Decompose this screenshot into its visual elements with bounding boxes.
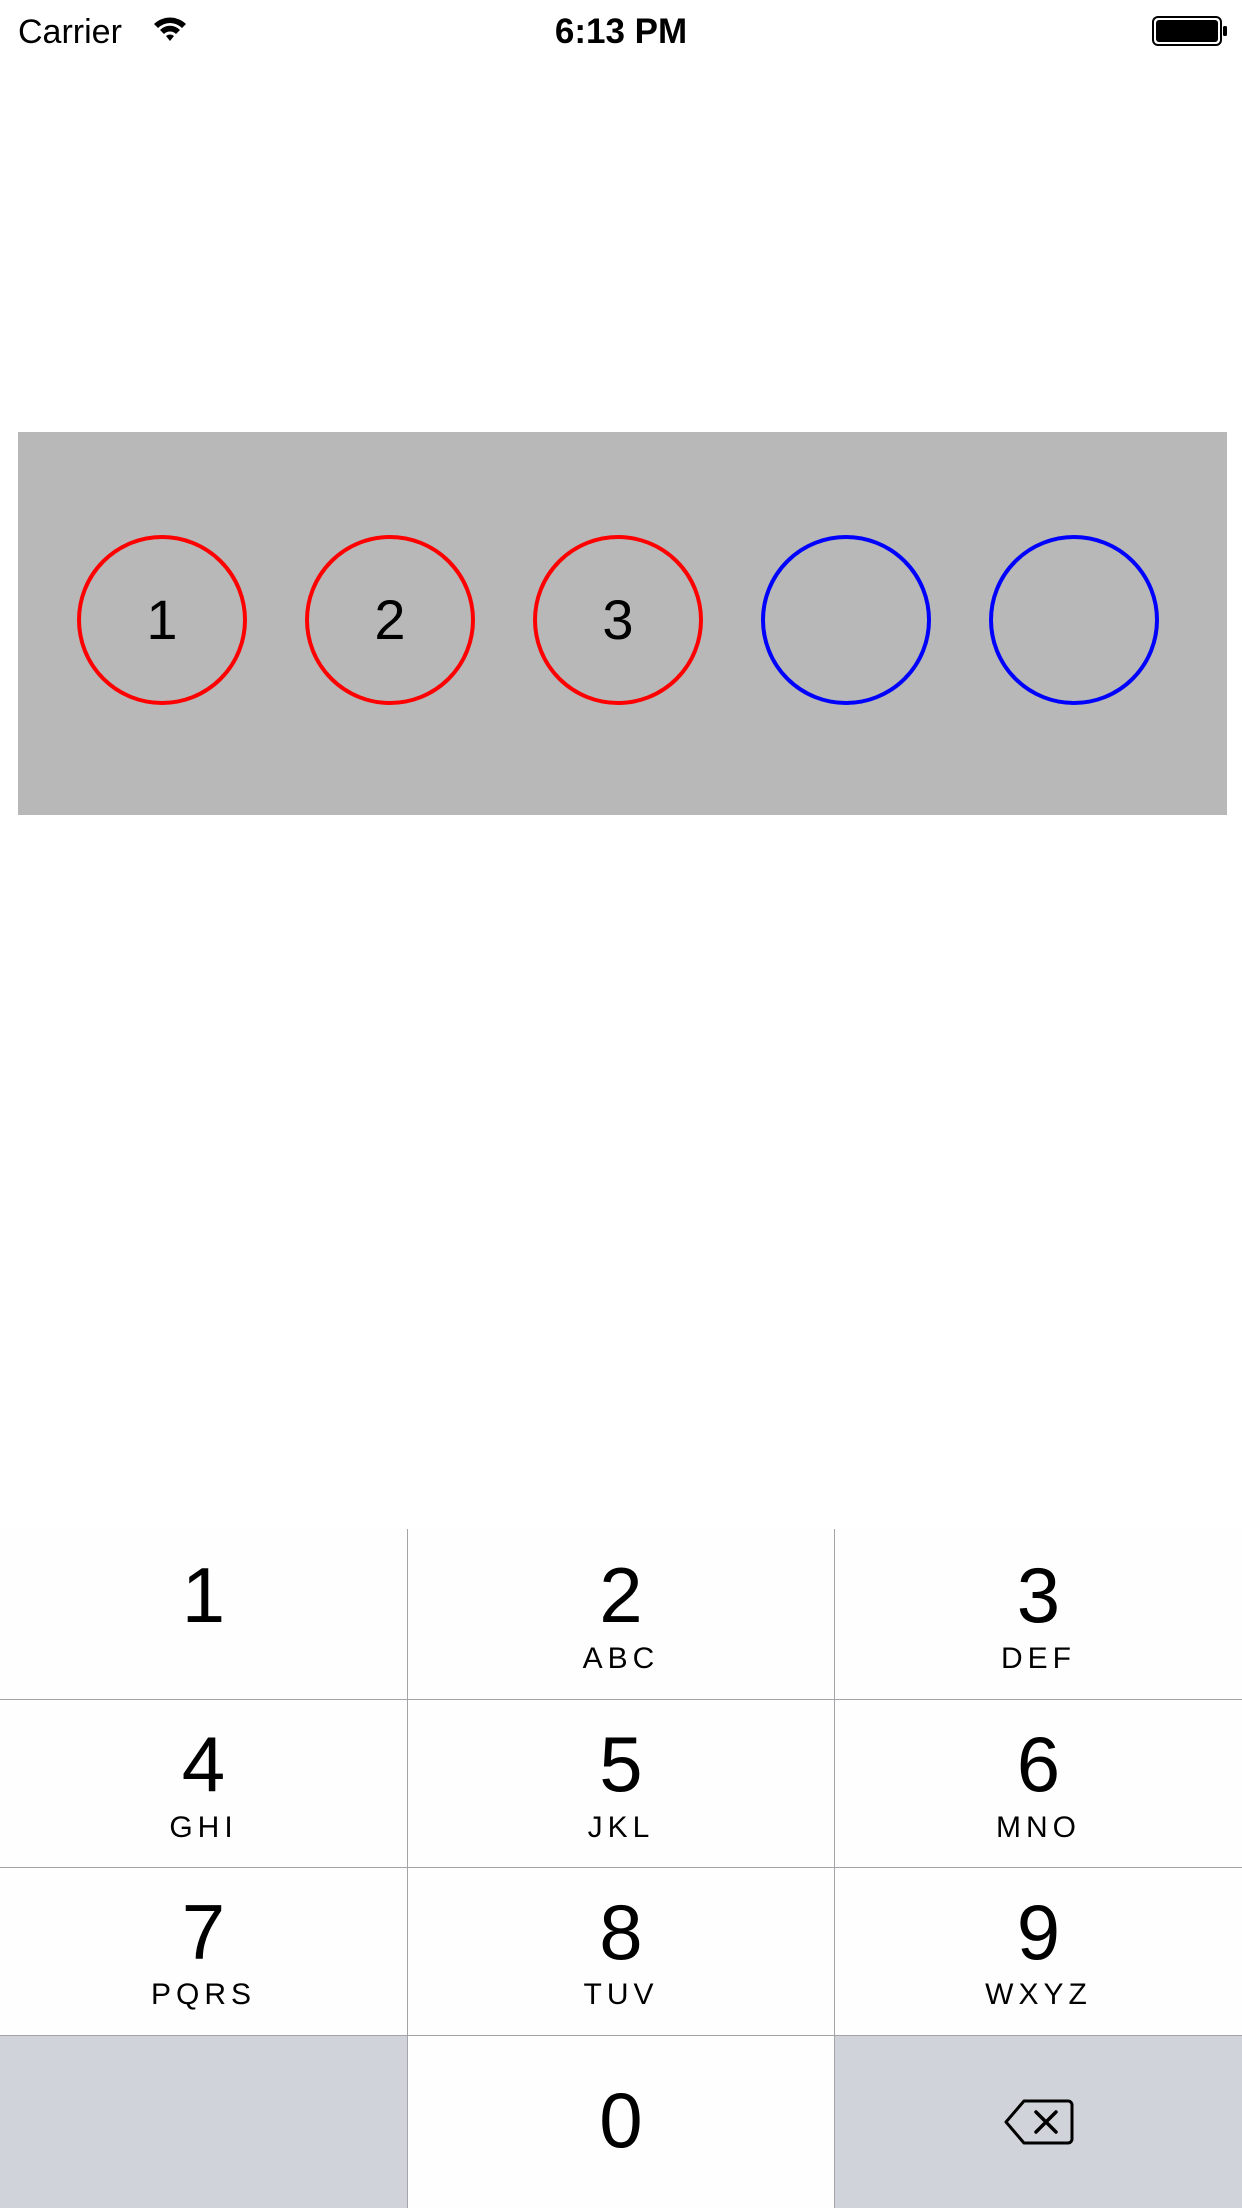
- phone-screen: Carrier 6:13 PM 1 2 3 1 2 ABC 3 DEF 4 GH…: [0, 0, 1242, 2208]
- key-7[interactable]: 7 PQRS: [0, 1868, 407, 2035]
- key-6[interactable]: 6 MNO: [835, 1700, 1242, 1867]
- key-2-letters: ABC: [582, 1642, 660, 1675]
- key-7-letters: PQRS: [150, 1978, 257, 2011]
- key-9-digit: 9: [1016, 1888, 1061, 1976]
- delete-button[interactable]: [835, 2036, 1242, 2208]
- key-7-digit: 7: [181, 1888, 226, 1976]
- code-digit-slot-3: 3: [533, 535, 703, 705]
- key-0[interactable]: 0: [408, 2036, 834, 2208]
- key-3-letters: DEF: [1001, 1642, 1076, 1675]
- code-digit-slot-1: 1: [77, 535, 247, 705]
- key-8-letters: TUV: [583, 1978, 659, 2011]
- key-6-digit: 6: [1016, 1720, 1061, 1808]
- key-8[interactable]: 8 TUV: [408, 1868, 834, 2035]
- key-4-letters: GHI: [169, 1811, 238, 1844]
- key-8-digit: 8: [599, 1888, 643, 1976]
- key-1-digit: 1: [181, 1551, 226, 1639]
- keypad-column-divider: [407, 1529, 408, 2208]
- key-3[interactable]: 3 DEF: [835, 1529, 1242, 1699]
- key-5-digit: 5: [599, 1720, 643, 1808]
- keypad-row-divider: [0, 1867, 1242, 1868]
- battery-icon: [1152, 16, 1227, 46]
- delete-backspace-icon: [1004, 2099, 1073, 2145]
- key-9-letters: WXYZ: [985, 1978, 1092, 2011]
- code-digit-slot-4: [761, 535, 931, 705]
- numeric-keypad: 1 2 ABC 3 DEF 4 GHI 5 JKL 6 MNO 7 PQRS 8: [0, 1529, 1242, 2208]
- key-2-digit: 2: [599, 1551, 643, 1639]
- code-digit-slot-5: [989, 535, 1159, 705]
- status-time: 6:13 PM: [554, 12, 688, 51]
- key-6-letters: MNO: [996, 1811, 1081, 1844]
- key-4-digit: 4: [181, 1720, 226, 1808]
- key-2[interactable]: 2 ABC: [408, 1529, 834, 1699]
- key-5[interactable]: 5 JKL: [408, 1700, 834, 1867]
- code-digit-slot-2: 2: [305, 535, 475, 705]
- key-3-digit: 3: [1016, 1551, 1061, 1639]
- keypad-row-divider: [0, 1699, 1242, 1700]
- status-bar: Carrier 6:13 PM: [0, 0, 1242, 60]
- code-entry-panel: 1 2 3: [18, 432, 1227, 815]
- key-4[interactable]: 4 GHI: [0, 1700, 407, 1867]
- key-5-letters: JKL: [587, 1811, 655, 1844]
- key-9[interactable]: 9 WXYZ: [835, 1868, 1242, 2035]
- keypad-column-divider: [834, 1529, 835, 2208]
- keypad-row-divider: [0, 2035, 1242, 2036]
- key-1[interactable]: 1: [0, 1529, 407, 1699]
- key-0-digit: 0: [599, 2076, 643, 2164]
- blank-function-key: [0, 2036, 407, 2208]
